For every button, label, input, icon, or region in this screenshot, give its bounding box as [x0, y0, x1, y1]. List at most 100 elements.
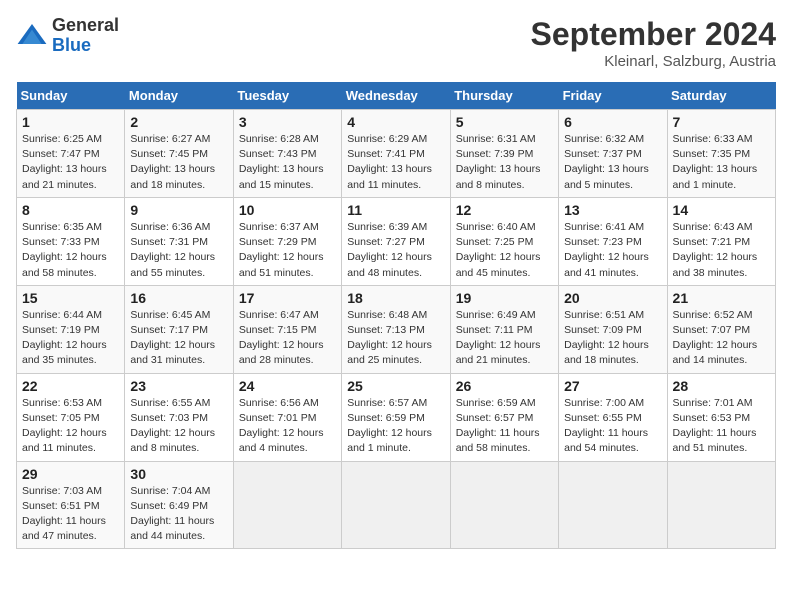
day-info: Sunrise: 6:37 AMSunset: 7:29 PMDaylight:…	[239, 220, 336, 281]
day-number: 30	[130, 466, 227, 482]
header-day: Thursday	[450, 82, 558, 110]
calendar-cell: 13 Sunrise: 6:41 AMSunset: 7:23 PMDaylig…	[559, 197, 667, 285]
day-number: 3	[239, 114, 336, 130]
day-number: 26	[456, 378, 553, 394]
header-row: SundayMondayTuesdayWednesdayThursdayFrid…	[17, 82, 776, 110]
page-header: General Blue September 2024 Kleinarl, Sa…	[16, 16, 776, 70]
day-info: Sunrise: 7:03 AMSunset: 6:51 PMDaylight:…	[22, 484, 119, 545]
calendar-cell: 12 Sunrise: 6:40 AMSunset: 7:25 PMDaylig…	[450, 197, 558, 285]
day-number: 23	[130, 378, 227, 394]
calendar-cell	[667, 461, 775, 549]
calendar-cell: 22 Sunrise: 6:53 AMSunset: 7:05 PMDaylig…	[17, 373, 125, 461]
calendar-cell	[342, 461, 450, 549]
day-info: Sunrise: 6:51 AMSunset: 7:09 PMDaylight:…	[564, 308, 661, 369]
day-number: 15	[22, 290, 119, 306]
day-number: 13	[564, 202, 661, 218]
day-info: Sunrise: 6:29 AMSunset: 7:41 PMDaylight:…	[347, 132, 444, 193]
calendar-cell: 28 Sunrise: 7:01 AMSunset: 6:53 PMDaylig…	[667, 373, 775, 461]
calendar-cell: 27 Sunrise: 7:00 AMSunset: 6:55 PMDaylig…	[559, 373, 667, 461]
day-info: Sunrise: 7:00 AMSunset: 6:55 PMDaylight:…	[564, 396, 661, 457]
day-number: 10	[239, 202, 336, 218]
calendar-cell: 29 Sunrise: 7:03 AMSunset: 6:51 PMDaylig…	[17, 461, 125, 549]
day-info: Sunrise: 6:56 AMSunset: 7:01 PMDaylight:…	[239, 396, 336, 457]
calendar-week-row: 29 Sunrise: 7:03 AMSunset: 6:51 PMDaylig…	[17, 461, 776, 549]
day-number: 4	[347, 114, 444, 130]
header-day: Tuesday	[233, 82, 341, 110]
calendar-week-row: 22 Sunrise: 6:53 AMSunset: 7:05 PMDaylig…	[17, 373, 776, 461]
day-number: 1	[22, 114, 119, 130]
calendar-header: SundayMondayTuesdayWednesdayThursdayFrid…	[17, 82, 776, 110]
day-info: Sunrise: 6:33 AMSunset: 7:35 PMDaylight:…	[673, 132, 770, 193]
day-number: 25	[347, 378, 444, 394]
day-info: Sunrise: 6:48 AMSunset: 7:13 PMDaylight:…	[347, 308, 444, 369]
calendar-cell: 15 Sunrise: 6:44 AMSunset: 7:19 PMDaylig…	[17, 285, 125, 373]
header-day: Saturday	[667, 82, 775, 110]
calendar-cell	[559, 461, 667, 549]
calendar-cell: 26 Sunrise: 6:59 AMSunset: 6:57 PMDaylig…	[450, 373, 558, 461]
day-number: 29	[22, 466, 119, 482]
day-number: 19	[456, 290, 553, 306]
logo-text: General Blue	[52, 16, 119, 56]
day-info: Sunrise: 6:31 AMSunset: 7:39 PMDaylight:…	[456, 132, 553, 193]
day-number: 20	[564, 290, 661, 306]
day-info: Sunrise: 6:47 AMSunset: 7:15 PMDaylight:…	[239, 308, 336, 369]
day-number: 6	[564, 114, 661, 130]
day-info: Sunrise: 6:44 AMSunset: 7:19 PMDaylight:…	[22, 308, 119, 369]
logo-icon	[16, 20, 48, 52]
day-number: 12	[456, 202, 553, 218]
day-info: Sunrise: 6:40 AMSunset: 7:25 PMDaylight:…	[456, 220, 553, 281]
calendar-cell	[233, 461, 341, 549]
day-info: Sunrise: 6:57 AMSunset: 6:59 PMDaylight:…	[347, 396, 444, 457]
day-number: 5	[456, 114, 553, 130]
calendar-cell: 30 Sunrise: 7:04 AMSunset: 6:49 PMDaylig…	[125, 461, 233, 549]
location: Kleinarl, Salzburg, Austria	[531, 53, 776, 70]
calendar-week-row: 8 Sunrise: 6:35 AMSunset: 7:33 PMDayligh…	[17, 197, 776, 285]
calendar-cell: 3 Sunrise: 6:28 AMSunset: 7:43 PMDayligh…	[233, 110, 341, 198]
day-info: Sunrise: 6:27 AMSunset: 7:45 PMDaylight:…	[130, 132, 227, 193]
title-block: September 2024 Kleinarl, Salzburg, Austr…	[531, 16, 776, 70]
calendar-body: 1 Sunrise: 6:25 AMSunset: 7:47 PMDayligh…	[17, 110, 776, 549]
header-day: Friday	[559, 82, 667, 110]
calendar-cell: 8 Sunrise: 6:35 AMSunset: 7:33 PMDayligh…	[17, 197, 125, 285]
day-info: Sunrise: 6:25 AMSunset: 7:47 PMDaylight:…	[22, 132, 119, 193]
calendar-cell: 17 Sunrise: 6:47 AMSunset: 7:15 PMDaylig…	[233, 285, 341, 373]
calendar-cell: 14 Sunrise: 6:43 AMSunset: 7:21 PMDaylig…	[667, 197, 775, 285]
day-number: 11	[347, 202, 444, 218]
calendar-cell: 19 Sunrise: 6:49 AMSunset: 7:11 PMDaylig…	[450, 285, 558, 373]
day-info: Sunrise: 6:55 AMSunset: 7:03 PMDaylight:…	[130, 396, 227, 457]
calendar-cell: 21 Sunrise: 6:52 AMSunset: 7:07 PMDaylig…	[667, 285, 775, 373]
day-info: Sunrise: 6:49 AMSunset: 7:11 PMDaylight:…	[456, 308, 553, 369]
calendar-cell: 24 Sunrise: 6:56 AMSunset: 7:01 PMDaylig…	[233, 373, 341, 461]
month-year: September 2024	[531, 16, 776, 53]
calendar-cell: 4 Sunrise: 6:29 AMSunset: 7:41 PMDayligh…	[342, 110, 450, 198]
day-info: Sunrise: 7:04 AMSunset: 6:49 PMDaylight:…	[130, 484, 227, 545]
day-number: 24	[239, 378, 336, 394]
day-info: Sunrise: 6:39 AMSunset: 7:27 PMDaylight:…	[347, 220, 444, 281]
calendar-cell: 18 Sunrise: 6:48 AMSunset: 7:13 PMDaylig…	[342, 285, 450, 373]
calendar-cell: 23 Sunrise: 6:55 AMSunset: 7:03 PMDaylig…	[125, 373, 233, 461]
day-info: Sunrise: 6:52 AMSunset: 7:07 PMDaylight:…	[673, 308, 770, 369]
calendar-cell: 20 Sunrise: 6:51 AMSunset: 7:09 PMDaylig…	[559, 285, 667, 373]
day-info: Sunrise: 6:41 AMSunset: 7:23 PMDaylight:…	[564, 220, 661, 281]
day-info: Sunrise: 6:45 AMSunset: 7:17 PMDaylight:…	[130, 308, 227, 369]
day-info: Sunrise: 6:32 AMSunset: 7:37 PMDaylight:…	[564, 132, 661, 193]
header-day: Wednesday	[342, 82, 450, 110]
header-day: Sunday	[17, 82, 125, 110]
day-number: 22	[22, 378, 119, 394]
day-info: Sunrise: 6:36 AMSunset: 7:31 PMDaylight:…	[130, 220, 227, 281]
day-number: 7	[673, 114, 770, 130]
day-info: Sunrise: 6:28 AMSunset: 7:43 PMDaylight:…	[239, 132, 336, 193]
day-info: Sunrise: 6:59 AMSunset: 6:57 PMDaylight:…	[456, 396, 553, 457]
day-number: 9	[130, 202, 227, 218]
day-number: 21	[673, 290, 770, 306]
calendar-cell: 11 Sunrise: 6:39 AMSunset: 7:27 PMDaylig…	[342, 197, 450, 285]
calendar-cell	[450, 461, 558, 549]
calendar-week-row: 15 Sunrise: 6:44 AMSunset: 7:19 PMDaylig…	[17, 285, 776, 373]
logo: General Blue	[16, 16, 119, 56]
day-info: Sunrise: 6:43 AMSunset: 7:21 PMDaylight:…	[673, 220, 770, 281]
calendar-cell: 9 Sunrise: 6:36 AMSunset: 7:31 PMDayligh…	[125, 197, 233, 285]
calendar-week-row: 1 Sunrise: 6:25 AMSunset: 7:47 PMDayligh…	[17, 110, 776, 198]
day-number: 8	[22, 202, 119, 218]
day-number: 17	[239, 290, 336, 306]
day-info: Sunrise: 7:01 AMSunset: 6:53 PMDaylight:…	[673, 396, 770, 457]
